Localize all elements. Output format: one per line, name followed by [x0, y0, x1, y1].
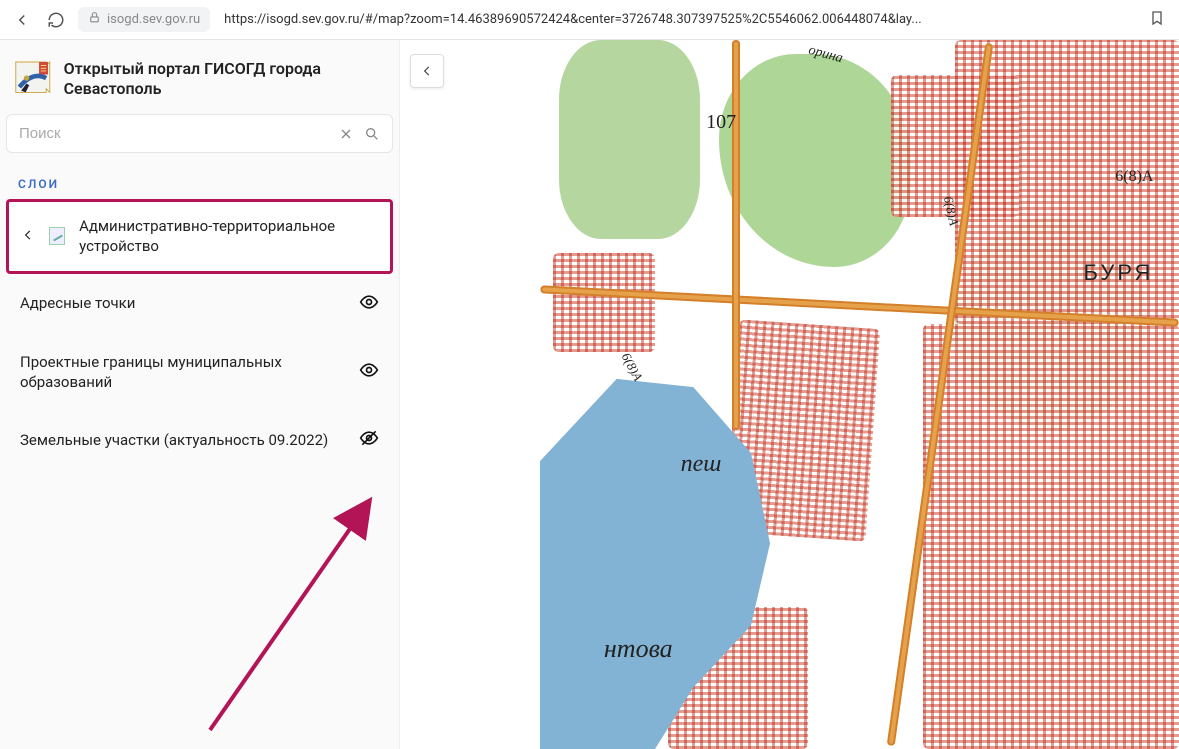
chevron-left-icon	[21, 227, 35, 246]
map-label: нтова	[604, 634, 673, 664]
collapse-sidebar-button[interactable]	[410, 54, 444, 88]
map-canvas[interactable]: 107 БУРЯ пеш нтова 6(8)А орина 6(8)А 6(8…	[540, 40, 1179, 749]
tab-layers[interactable]: СЛОИ	[0, 163, 399, 199]
search-icon[interactable]	[364, 126, 380, 142]
browser-bar: isogd.sev.gov.ru https://isogd.sev.gov.r…	[0, 0, 1179, 40]
layer-item[interactable]: Земельные участки (актуальность 09.2022)	[6, 410, 393, 470]
url-full[interactable]: https://isogd.sev.gov.ru/#/map?zoom=14.4…	[224, 12, 1139, 27]
lock-icon	[88, 11, 101, 28]
map-label: 6(8)А	[1115, 168, 1153, 186]
group-label: Административно-территориальное устройст…	[79, 216, 378, 257]
layer-item[interactable]: Проектные границы муниципальных образова…	[6, 334, 393, 411]
park-area	[719, 54, 911, 267]
active-layer-group[interactable]: Административно-территориальное устройст…	[6, 199, 393, 274]
layer-label: Проектные границы муниципальных образова…	[20, 352, 359, 393]
app-root: Открытый портал ГИСОГД города Севастопол…	[0, 40, 1179, 749]
url-domain: isogd.sev.gov.ru	[107, 12, 200, 27]
park-area	[559, 40, 700, 239]
app-title: Открытый портал ГИСОГД города Севастопол…	[64, 59, 385, 99]
url-short-box[interactable]: isogd.sev.gov.ru	[78, 7, 210, 32]
map-label: 107	[706, 111, 736, 134]
parcel-block	[553, 253, 655, 352]
clear-icon[interactable]	[338, 126, 354, 142]
reload-button[interactable]	[44, 8, 68, 32]
bookmark-icon[interactable]	[1149, 10, 1169, 30]
map-viewport[interactable]: 107 БУРЯ пеш нтова 6(8)А орина 6(8)А 6(8…	[400, 40, 1179, 749]
road	[732, 40, 740, 430]
layer-list: Адресные точки Проектные границы муницип…	[0, 274, 399, 471]
app-header: Открытый портал ГИСОГД города Севастопол…	[0, 40, 399, 114]
layer-label: Земельные участки (актуальность 09.2022)	[20, 430, 359, 450]
layer-item[interactable]: Адресные точки	[6, 274, 393, 334]
back-button[interactable]	[10, 8, 34, 32]
sidebar: Открытый портал ГИСОГД города Севастопол…	[0, 40, 400, 749]
search-box[interactable]	[6, 114, 393, 153]
group-thumbnail-icon	[49, 227, 65, 245]
eye-icon[interactable]	[359, 292, 379, 316]
eye-off-icon[interactable]	[359, 428, 379, 452]
coat-of-arms-icon	[14, 58, 52, 100]
search-input[interactable]	[19, 125, 338, 142]
map-label: пеш	[681, 451, 722, 478]
map-label: БУРЯ	[1083, 260, 1153, 286]
parcel-block	[923, 324, 1179, 749]
eye-icon[interactable]	[359, 360, 379, 384]
layer-label: Адресные точки	[20, 293, 359, 313]
